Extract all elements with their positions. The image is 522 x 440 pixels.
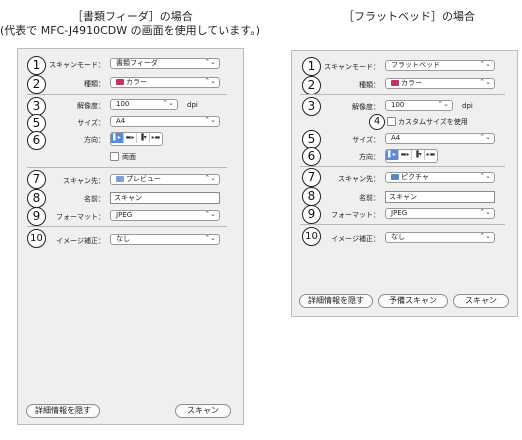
select-arrow-icon: ⌃⌄ xyxy=(162,99,174,107)
orientation-label: 方向： xyxy=(359,153,380,161)
orientation-label: 方向： xyxy=(84,136,105,144)
separator xyxy=(300,166,505,167)
format-select[interactable]: JPEG ⌃⌄ xyxy=(385,208,495,219)
resolution-select[interactable]: 100 ⌃⌄ xyxy=(110,99,178,110)
resolution-label: 解像度： xyxy=(77,102,105,110)
prescan-button[interactable]: 予備スキャン xyxy=(378,294,448,308)
select-arrow-icon: ⌃⌄ xyxy=(479,208,491,216)
scan-button[interactable]: スキャン xyxy=(453,294,509,308)
resolution-select[interactable]: 100 ⌃⌄ xyxy=(385,100,453,111)
custom-size-label: カスタムサイズを使用 xyxy=(398,118,468,126)
select-arrow-icon: ⌃⌄ xyxy=(479,172,491,180)
color-mode-icon xyxy=(391,80,399,86)
kind-label: 種類： xyxy=(84,80,105,88)
duplex-label: 両面 xyxy=(122,153,136,161)
select-arrow-icon: ⌃⌄ xyxy=(204,234,216,242)
right-header-title: ［フラットベッド］の場合 xyxy=(343,10,475,23)
scan-mode-label: スキャンモード： xyxy=(49,61,105,69)
select-arrow-icon: ⌃⌄ xyxy=(204,174,216,182)
separator xyxy=(27,167,227,168)
preview-app-icon xyxy=(116,176,124,182)
duplex-checkbox[interactable] xyxy=(110,152,119,161)
scan-to-select[interactable]: プレビュー ⌃⌄ xyxy=(110,174,220,185)
resolution-label: 解像度： xyxy=(352,103,380,111)
image-correction-select[interactable]: なし ⌃⌄ xyxy=(385,232,495,243)
color-mode-icon xyxy=(116,79,124,85)
image-correction-label: イメージ補正： xyxy=(331,235,380,243)
scan-to-select[interactable]: ピクチャ ⌃⌄ xyxy=(385,172,495,183)
scan-button[interactable]: スキャン xyxy=(175,404,231,418)
scan-to-label: スキャン先： xyxy=(63,177,105,185)
scan-mode-select[interactable]: フラットベッド ⌃⌄ xyxy=(385,60,495,71)
size-label: サイズ： xyxy=(352,136,380,144)
landscape-orientation-icon[interactable]: ▬▸ xyxy=(399,150,412,160)
hide-details-button[interactable]: 詳細情報を隠す xyxy=(299,294,373,308)
size-select[interactable]: A4 ⌃⌄ xyxy=(110,116,220,127)
name-field[interactable]: スキャン xyxy=(110,192,220,204)
select-arrow-icon: ⌃⌄ xyxy=(204,116,216,124)
kind-label: 種類： xyxy=(359,81,380,89)
portrait-orientation-icon[interactable]: ▌▸ xyxy=(386,150,399,160)
resolution-unit: dpi xyxy=(187,101,198,109)
format-label: フォーマット： xyxy=(331,211,380,219)
separator xyxy=(300,94,505,95)
separator xyxy=(27,226,227,227)
portrait-rotated-orientation-icon[interactable]: ▐▾ xyxy=(137,133,150,143)
orientation-selector[interactable]: ▌▸ ▬▸ ▐▾ ▸▬ xyxy=(110,132,163,146)
select-arrow-icon: ⌃⌄ xyxy=(479,60,491,68)
hide-details-button[interactable]: 詳細情報を隠す xyxy=(26,404,100,418)
size-select[interactable]: A4 ⌃⌄ xyxy=(385,133,495,144)
name-label: 名前： xyxy=(359,194,380,202)
size-label: サイズ： xyxy=(77,119,105,127)
select-arrow-icon: ⌃⌄ xyxy=(204,77,216,85)
select-arrow-icon: ⌃⌄ xyxy=(479,78,491,86)
callout-4: 4 xyxy=(369,114,385,130)
portrait-orientation-icon[interactable]: ▌▸ xyxy=(111,133,124,143)
folder-icon xyxy=(391,174,399,180)
landscape-rotated-orientation-icon[interactable]: ▸▬ xyxy=(425,150,437,160)
name-field[interactable]: スキャン xyxy=(385,191,495,203)
image-correction-label: イメージ補正： xyxy=(56,237,105,245)
landscape-orientation-icon[interactable]: ▬▸ xyxy=(124,133,137,143)
select-arrow-icon: ⌃⌄ xyxy=(479,133,491,141)
separator xyxy=(27,94,227,95)
orientation-selector[interactable]: ▌▸ ▬▸ ▐▾ ▸▬ xyxy=(385,149,438,163)
resolution-unit: dpi xyxy=(462,102,473,110)
landscape-rotated-orientation-icon[interactable]: ▸▬ xyxy=(150,133,162,143)
select-arrow-icon: ⌃⌄ xyxy=(479,232,491,240)
scan-mode-select[interactable]: 書類フィーダ ⌃⌄ xyxy=(110,58,220,69)
select-arrow-icon: ⌃⌄ xyxy=(204,58,216,66)
select-arrow-icon: ⌃⌄ xyxy=(437,100,449,108)
scan-mode-label: スキャンモード： xyxy=(324,63,380,71)
kind-select[interactable]: カラー ⌃⌄ xyxy=(385,78,495,89)
image-correction-select[interactable]: なし ⌃⌄ xyxy=(110,234,220,245)
portrait-rotated-orientation-icon[interactable]: ▐▾ xyxy=(412,150,425,160)
separator xyxy=(300,224,505,225)
format-label: フォーマット： xyxy=(56,213,105,221)
custom-size-checkbox[interactable] xyxy=(387,117,396,126)
scan-to-label: スキャン先： xyxy=(338,175,380,183)
left-header-note: (代表で MFC-J4910CDW の画面を使用しています。) xyxy=(0,24,260,37)
name-label: 名前： xyxy=(84,195,105,203)
select-arrow-icon: ⌃⌄ xyxy=(204,210,216,218)
format-select[interactable]: JPEG ⌃⌄ xyxy=(110,210,220,221)
kind-select[interactable]: カラー ⌃⌄ xyxy=(110,77,220,88)
